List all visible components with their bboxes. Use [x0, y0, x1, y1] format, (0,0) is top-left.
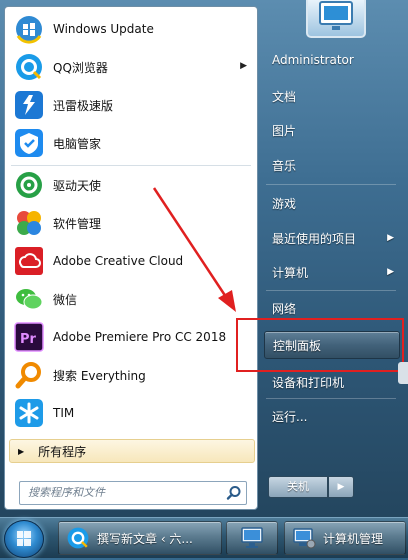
creative-cloud-icon — [13, 245, 45, 277]
program-label: 迅雷极速版 — [53, 98, 114, 113]
search-box[interactable] — [19, 481, 247, 505]
windows-logo-icon — [17, 531, 31, 546]
shutdown-button[interactable]: 关机 — [268, 476, 328, 498]
separator — [266, 398, 396, 399]
driver-angel-icon — [13, 169, 45, 201]
link-recent-items[interactable]: 最近使用的项目 ▶ — [264, 224, 400, 252]
submenu-arrow-icon: ▶ — [387, 233, 394, 243]
qq-browser-icon — [13, 51, 45, 83]
link-run[interactable]: 运行... — [264, 402, 400, 430]
link-pictures[interactable]: 图片 — [264, 116, 400, 144]
start-menu: Windows Update QQ浏览器 ▶ 迅雷极速版 电脑管家 驱动天使 软… — [0, 0, 408, 517]
submenu-arrow-icon[interactable]: ▶ — [240, 61, 247, 71]
wechat-icon — [13, 283, 45, 315]
qq-browser-icon — [65, 525, 91, 551]
program-label: 搜索 Everything — [53, 368, 146, 383]
separator — [11, 165, 251, 166]
link-label: 游戏 — [272, 196, 297, 211]
link-administrator[interactable]: Administrator — [264, 46, 400, 74]
all-programs-label: 所有程序 — [38, 444, 87, 459]
link-label: 运行... — [272, 409, 308, 424]
program-qq-browser[interactable]: QQ浏览器 ▶ — [9, 49, 253, 85]
all-programs-button[interactable]: ▶ 所有程序 — [9, 439, 255, 463]
program-everything[interactable]: 搜索 Everything — [9, 357, 253, 393]
program-label: 软件管理 — [53, 216, 102, 231]
link-label: 网络 — [272, 301, 297, 316]
expand-arrow-icon: ▶ — [18, 446, 25, 456]
link-devices-printers[interactable]: 设备和打印机 — [264, 368, 400, 396]
computer-management-icon — [291, 525, 317, 551]
link-documents[interactable]: 文档 — [264, 82, 400, 110]
program-label: QQ浏览器 — [53, 60, 108, 75]
xunlei-icon — [13, 89, 45, 121]
link-computer[interactable]: 计算机 ▶ — [264, 258, 400, 286]
program-label: Adobe Premiere Pro CC 2018 — [53, 330, 227, 344]
annotation-arrow-icon — [152, 187, 236, 312]
tim-icon — [13, 397, 45, 429]
link-label: 最近使用的项目 — [272, 231, 357, 246]
taskbar: 撰写新文章 ‹ 六... 计算机管理 — [0, 517, 408, 558]
program-label: 微信 — [53, 292, 78, 307]
program-pc-manager[interactable]: 电脑管家 — [9, 125, 253, 161]
link-music[interactable]: 音乐 — [264, 151, 400, 179]
svg-text:Pr: Pr — [20, 332, 37, 347]
program-label: 驱动天使 — [53, 178, 102, 193]
link-label: 计算机 — [272, 265, 309, 280]
link-label: 图片 — [272, 123, 297, 138]
windows-update-icon — [13, 13, 45, 45]
side-tab — [398, 362, 408, 384]
program-xunlei[interactable]: 迅雷极速版 — [9, 87, 253, 123]
link-label: 音乐 — [272, 158, 297, 173]
taskbar-button-browser[interactable]: 撰写新文章 ‹ 六... — [58, 521, 222, 555]
program-label: Windows Update — [53, 22, 154, 36]
taskbar-button-label: 计算机管理 — [323, 531, 384, 546]
search-icon[interactable] — [226, 485, 242, 501]
program-tim[interactable]: TIM — [9, 395, 253, 431]
link-label: Administrator — [272, 53, 354, 67]
search-input[interactable] — [20, 482, 224, 502]
separator — [266, 290, 396, 291]
link-label: 文档 — [272, 89, 297, 104]
link-games[interactable]: 游戏 — [264, 189, 400, 217]
program-label: 电脑管家 — [53, 136, 102, 151]
link-label: 设备和打印机 — [272, 375, 345, 390]
start-button[interactable] — [4, 520, 44, 558]
shutdown-options-button[interactable]: ▶ — [328, 476, 354, 498]
premiere-pro-icon: Pr — [13, 321, 45, 353]
taskbar-button-computer-management[interactable]: 计算机管理 — [284, 521, 406, 555]
taskbar-button-label: 撰写新文章 ‹ 六... — [97, 531, 193, 546]
submenu-arrow-icon: ▶ — [387, 267, 394, 277]
separator — [266, 184, 396, 185]
software-manager-icon — [13, 207, 45, 239]
everything-search-icon — [13, 359, 45, 391]
program-label: TIM — [53, 406, 75, 420]
remote-desktop-icon — [239, 525, 265, 551]
taskbar-button-remote[interactable] — [226, 521, 278, 555]
user-avatar[interactable] — [306, 0, 366, 38]
pc-manager-icon — [13, 127, 45, 159]
program-premiere-pro[interactable]: Pr Adobe Premiere Pro CC 2018 — [9, 319, 253, 355]
program-windows-update[interactable]: Windows Update — [9, 11, 253, 47]
highlight-box — [236, 318, 404, 372]
